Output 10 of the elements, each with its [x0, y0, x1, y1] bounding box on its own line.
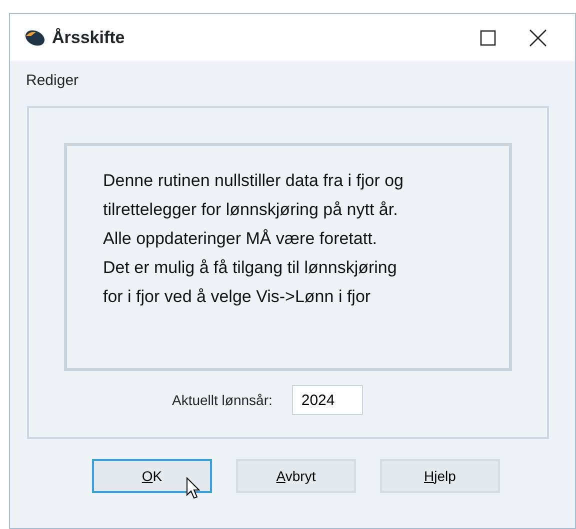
year-label: Aktuellt lønnsår: — [172, 390, 272, 410]
dialog-button[interactable]: Avbryt — [236, 459, 356, 493]
close-icon[interactable] — [529, 28, 547, 46]
menu-item[interactable]: Rediger — [26, 70, 79, 92]
maximize-icon[interactable] — [480, 30, 496, 46]
app-icon — [24, 28, 46, 48]
message-text: Denne rutinen nullstiller data fra i fjor og tilrettelegger for lønnskjøring på nytt år. Alle oppdateringer MÅ være foretatt. Det er mulig å få tilgang til lønnskjøring for i fjor ved å velge Vis->Lønn i fjor — [103, 170, 404, 308]
year-field[interactable]: 2024 — [292, 385, 364, 415]
window-title: Årsskifte — [52, 26, 125, 49]
dialog-button[interactable]: Hjelp — [380, 459, 500, 493]
